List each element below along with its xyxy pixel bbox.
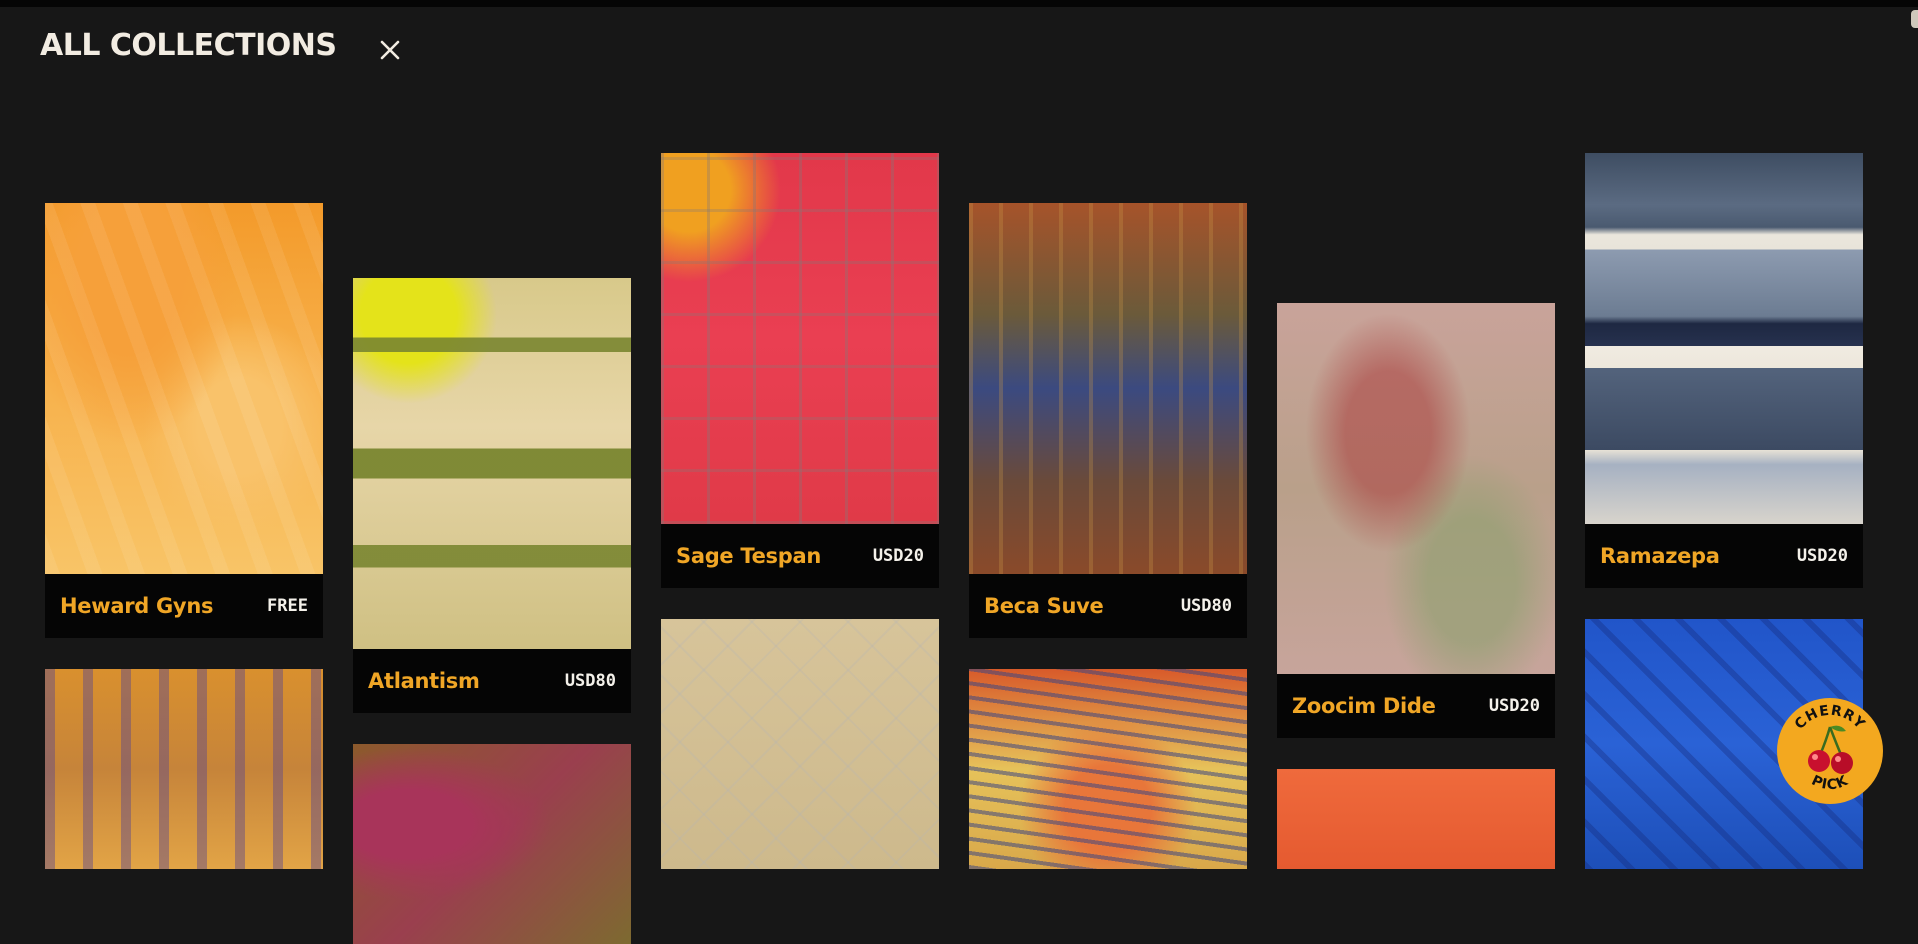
rug-name[interactable]: Atlantism (368, 669, 480, 693)
scrollbar-thumb[interactable] (1911, 10, 1918, 28)
rug-name[interactable]: Zoocim Dide (1292, 694, 1436, 718)
page-title: ALL COLLECTIONS (40, 28, 337, 63)
rug-image (353, 744, 631, 944)
rug-image (1277, 303, 1555, 674)
rug-image (1277, 769, 1555, 869)
rug-price: USD80 (1180, 596, 1232, 616)
rug-image (969, 203, 1247, 574)
cherry-pick-badge[interactable]: CHERRY PICK (1776, 697, 1884, 805)
rug-name[interactable]: Sage Tespan (676, 544, 821, 568)
rug-image (45, 669, 323, 869)
rug-caption: Beca Suve USD80 (969, 574, 1247, 638)
rug-card[interactable]: Heward Gyns FREE (45, 203, 323, 638)
rug-price: USD20 (1796, 546, 1848, 566)
rug-image (661, 153, 939, 524)
rug-caption: Ramazepa USD20 (1585, 524, 1863, 588)
rug-price: USD80 (564, 671, 616, 691)
rug-name[interactable]: Heward Gyns (60, 594, 213, 618)
rug-price: USD20 (1488, 696, 1540, 716)
rug-caption: Zoocim Dide USD20 (1277, 674, 1555, 738)
rug-image (969, 669, 1247, 869)
rug-card[interactable]: Sage Tespan USD20 (661, 153, 939, 588)
rug-card[interactable] (353, 744, 631, 944)
rug-card[interactable] (45, 669, 323, 869)
rug-image (1585, 153, 1863, 524)
rug-card[interactable]: Atlantism USD80 (353, 278, 631, 713)
rug-card[interactable] (1277, 769, 1555, 869)
rug-image (661, 619, 939, 869)
rug-price: FREE (267, 596, 308, 616)
rug-card[interactable] (969, 669, 1247, 869)
rug-caption: Atlantism USD80 (353, 649, 631, 713)
rug-card[interactable]: Beca Suve USD80 (969, 203, 1247, 638)
rug-card[interactable]: Zoocim Dide USD20 (1277, 303, 1555, 738)
rug-image (45, 203, 323, 574)
rug-caption: Sage Tespan USD20 (661, 524, 939, 588)
rug-card[interactable] (661, 619, 939, 869)
rug-caption: Heward Gyns FREE (45, 574, 323, 638)
rug-name[interactable]: Ramazepa (1600, 544, 1720, 568)
rug-name[interactable]: Beca Suve (984, 594, 1104, 618)
top-bar (0, 0, 1918, 7)
close-icon[interactable] (374, 34, 406, 66)
rug-image (353, 278, 631, 649)
rug-card[interactable]: Ramazepa USD20 (1585, 153, 1863, 588)
rug-price: USD20 (872, 546, 924, 566)
